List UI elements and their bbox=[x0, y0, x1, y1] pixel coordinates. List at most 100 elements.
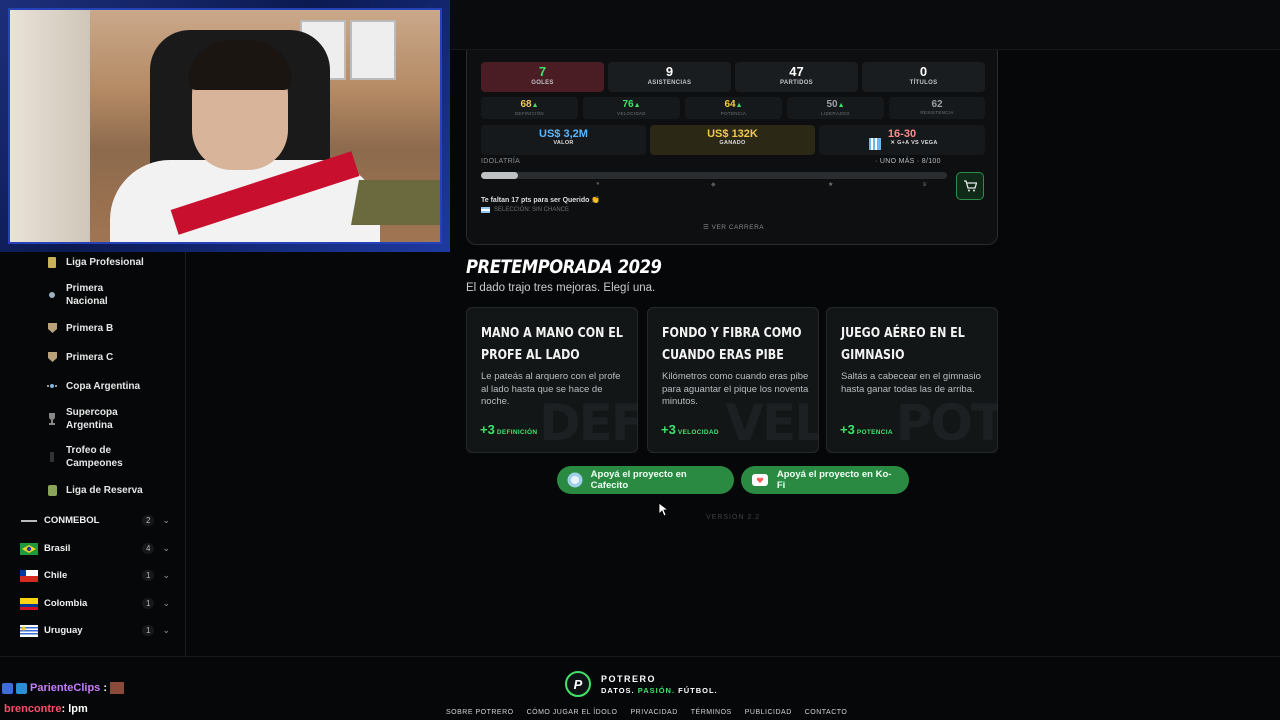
idolatria-progress-bar bbox=[481, 172, 947, 179]
upgrade-title: JUEGO AÉREO EN EL GIMNASIO bbox=[841, 325, 965, 363]
arrow-up-icon: ▲ bbox=[633, 102, 641, 109]
trofeo-campeones-icon bbox=[46, 450, 58, 464]
chat-text: : bbox=[103, 682, 107, 694]
sidebar-item-colombia[interactable]: Colombia 1 ⌄ bbox=[20, 594, 170, 612]
sidebar-item-uruguay[interactable]: Uruguay 1 ⌄ bbox=[20, 621, 170, 639]
chat-badge-icon bbox=[2, 682, 13, 694]
sidebar-item-chile[interactable]: Chile 1 ⌄ bbox=[20, 566, 170, 584]
cafecito-support-button[interactable]: Apoyá el proyecto en Cafecito bbox=[557, 466, 734, 494]
sidebar-item-primera-b[interactable]: Primera B bbox=[46, 321, 186, 335]
uruguay-flag-icon bbox=[20, 624, 38, 637]
attr-resistencia: 62 RESISTENCIA bbox=[889, 97, 985, 119]
colombia-flag-icon bbox=[20, 597, 38, 610]
stat-partidos: 47 PARTIDOS bbox=[735, 62, 858, 92]
sidebar-item-primera-nacional[interactable]: Primera Nacional bbox=[46, 282, 186, 308]
chat-badge-icon bbox=[16, 682, 27, 694]
money-ganado: US$ 132K GANADO bbox=[650, 125, 815, 155]
selection-status: SELECCIÓN: SIN CHANCE bbox=[481, 207, 569, 213]
conmebol-logo-icon bbox=[20, 514, 38, 526]
webcam-overlay bbox=[0, 0, 450, 252]
sidebar-item-liga-de-reserva[interactable]: Liga de Reserva bbox=[46, 483, 186, 497]
chevron-down-icon[interactable]: ⌄ bbox=[162, 543, 170, 554]
attr-potencia: 64▲ POTENCIA bbox=[685, 97, 782, 119]
sidebar-item-label: Primera B bbox=[66, 322, 114, 334]
idolatria-hint: Te faltan 17 pts para ser Querido 👏 bbox=[481, 197, 601, 204]
sidebar-item-copa-argentina[interactable]: Copa Argentina bbox=[46, 379, 186, 393]
count-badge: 1 bbox=[142, 569, 155, 581]
cart-icon bbox=[964, 180, 977, 192]
milestone-icon: ● bbox=[596, 181, 600, 187]
chile-flag-icon bbox=[20, 569, 38, 582]
chat-message: brencontre: lpm bbox=[4, 703, 88, 715]
arrow-up-icon: ▲ bbox=[735, 102, 743, 109]
potrero-logo-icon[interactable]: P bbox=[565, 671, 591, 697]
primera-nacional-icon bbox=[46, 288, 58, 302]
upgrade-description: Saltás a cabecear en el gimnasio hasta g… bbox=[841, 371, 981, 395]
supercopa-trophy-icon bbox=[46, 412, 58, 426]
brand-name: POTRERO bbox=[601, 674, 657, 684]
upgrade-card-definicion[interactable]: DEF MANO A MANO CON EL PROFE AL LADO Le p… bbox=[466, 307, 638, 453]
footer: P POTRERO DATOS. PASIÓN. FÚTBOL. SOBRE P… bbox=[0, 656, 1280, 720]
footer-link-sobre[interactable]: SOBRE POTRERO bbox=[446, 709, 514, 716]
sidebar-item-supercopa-argentina[interactable]: Supercopa Argentina bbox=[46, 406, 186, 432]
sidebar-item-conmebol[interactable]: CONMEBOL 2 ⌄ bbox=[20, 511, 170, 529]
idolatria-status: · UNO MÁS · 8/100 bbox=[875, 158, 941, 165]
mouse-cursor-icon bbox=[658, 502, 668, 517]
count-badge: 1 bbox=[142, 624, 155, 636]
upgrade-title: MANO A MANO CON EL PROFE AL LADO bbox=[481, 325, 623, 363]
upgrade-bonus: +3 DEFINICIÓN bbox=[480, 422, 538, 437]
upgrade-description: Kilómetros como cuando eras pibe para ag… bbox=[662, 371, 809, 407]
chevron-down-icon[interactable]: ⌄ bbox=[162, 598, 170, 609]
racing-crest-icon bbox=[869, 137, 881, 150]
chevron-down-icon[interactable]: ⌄ bbox=[162, 570, 170, 581]
count-badge: 4 bbox=[142, 542, 155, 554]
stat-goles: 7 GOLES bbox=[481, 62, 604, 92]
sidebar-item-label: Liga de Reserva bbox=[66, 484, 143, 496]
stat-titulos: 0 TÍTULOS bbox=[862, 62, 985, 92]
arrow-up-icon: ▲ bbox=[531, 102, 539, 109]
primera-b-icon bbox=[46, 321, 58, 335]
upgrade-card-velocidad[interactable]: VEL FONDO Y FIBRA COMO CUANDO ERAS PIBE K… bbox=[647, 307, 819, 453]
liga-reserva-icon bbox=[46, 483, 58, 497]
idolatria-label: IDOLATRÍA bbox=[481, 158, 521, 165]
footer-link-privacidad[interactable]: PRIVACIDAD bbox=[631, 709, 678, 716]
sidebar-item-primera-c[interactable]: Primera C bbox=[46, 350, 186, 364]
chat-username: brencontre bbox=[4, 703, 62, 715]
brand-tagline: DATOS. PASIÓN. FÚTBOL. bbox=[601, 686, 718, 695]
star-milestone-icon: ★ bbox=[828, 182, 834, 188]
chevron-down-icon[interactable]: ⌄ bbox=[162, 625, 170, 636]
upgrade-title: FONDO Y FIBRA COMO CUANDO ERAS PIBE bbox=[662, 325, 802, 363]
sidebar-item-liga-profesional[interactable]: Liga Profesional bbox=[46, 255, 186, 269]
footer-link-como-jugar[interactable]: CÓMO JUGAR EL ÍDOLO bbox=[527, 709, 618, 716]
ver-carrera-link[interactable]: ☰ VER CARRERA bbox=[703, 223, 764, 231]
chevron-down-icon[interactable]: ⌄ bbox=[162, 515, 170, 526]
footer-link-publicidad[interactable]: PUBLICIDAD bbox=[745, 709, 792, 716]
pretemporada-subtitle: El dado trajo tres mejoras. Elegí una. bbox=[466, 282, 656, 294]
footer-link-terminos[interactable]: TÉRMINOS bbox=[691, 709, 732, 716]
shop-cart-button[interactable] bbox=[956, 172, 984, 200]
milestone-icon: ◆ bbox=[711, 182, 716, 188]
arrow-up-icon: ▲ bbox=[837, 102, 845, 109]
upgrade-card-potencia[interactable]: POT JUEGO AÉREO EN EL GIMNASIO Saltás a c… bbox=[826, 307, 998, 453]
sidebar-item-label: Uruguay bbox=[44, 624, 83, 636]
sidebar-item-trofeo-de-campeones[interactable]: Trofeo de Campeones bbox=[46, 444, 186, 470]
attr-liderazgo: 50▲ LIDERAZGO bbox=[787, 97, 884, 119]
liga-profesional-icon bbox=[46, 255, 58, 269]
pretemporada-title: PRETEMPORADA 2029 bbox=[466, 256, 662, 278]
attr-velocidad: 76▲ VELOCIDAD bbox=[583, 97, 680, 119]
webcam-video bbox=[8, 8, 442, 244]
upgrade-bonus: +3 VELOCIDAD bbox=[661, 422, 719, 437]
sidebar-item-label: Trofeo de Campeones bbox=[66, 445, 123, 469]
idolatria-progress-fill bbox=[481, 172, 519, 179]
kofi-support-button[interactable]: Apoyá el proyecto en Ko-Fi bbox=[741, 466, 909, 494]
count-badge: 1 bbox=[142, 597, 155, 609]
upgrade-description: Le pateás al arquero con el profe al lad… bbox=[481, 371, 621, 407]
chat-text: : lpm bbox=[61, 703, 88, 715]
money-vs-vega: 16-30 ✕ G+A VS VEGA bbox=[819, 125, 985, 155]
sidebar-item-brasil[interactable]: Brasil 4 ⌄ bbox=[20, 539, 170, 557]
sidebar-item-label: Brasil bbox=[44, 542, 71, 554]
footer-link-contacto[interactable]: CONTACTO bbox=[805, 709, 848, 716]
chat-emote-icon bbox=[109, 682, 124, 694]
primera-c-icon bbox=[46, 350, 58, 364]
brasil-flag-icon bbox=[20, 542, 38, 555]
